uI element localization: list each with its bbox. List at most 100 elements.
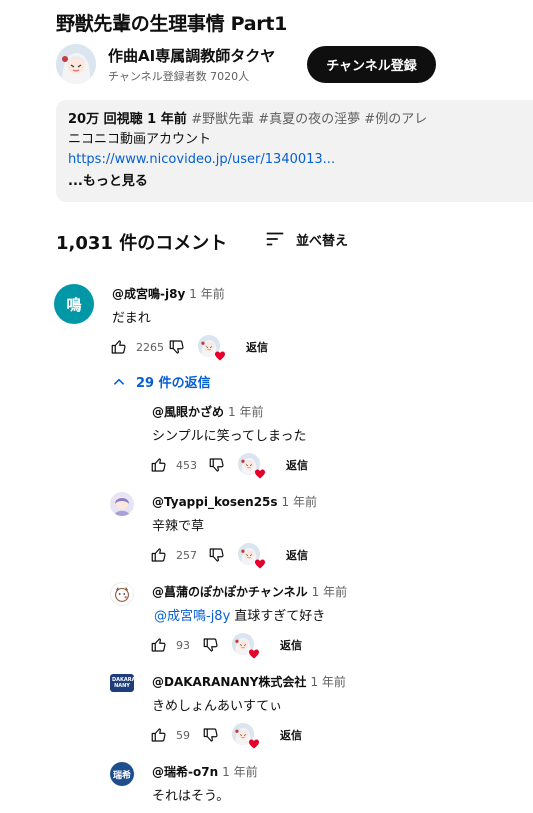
avatar-icon <box>114 497 130 516</box>
author-name[interactable]: @Tyappi_kosen25s <box>152 495 278 509</box>
dislike-button[interactable] <box>202 726 220 744</box>
like-count: 453 <box>176 458 197 472</box>
like-count: 93 <box>176 638 190 652</box>
reply-button[interactable]: 返信 <box>280 637 302 653</box>
show-more-button[interactable]: ...もっと見る <box>68 172 533 192</box>
avatar-text: 鳴 <box>66 295 82 314</box>
like-button[interactable]: 93 <box>150 636 200 654</box>
comment-time[interactable]: 1 年前 <box>310 675 345 689</box>
sort-button[interactable]: 並べ替え <box>264 228 348 250</box>
reply-button[interactable]: 返信 <box>286 547 308 563</box>
dislike-button[interactable] <box>208 456 226 474</box>
subscriber-count: チャンネル登録者数 7020人 <box>108 70 250 83</box>
comment-actions: 59 返信 <box>150 723 302 747</box>
channel-avatar[interactable] <box>56 44 96 84</box>
avatar-logo-text: DAKARA NANY <box>112 677 134 689</box>
reply-button[interactable]: 返信 <box>246 339 268 355</box>
author-name[interactable]: @成宮鳴-j8y <box>112 287 185 301</box>
chevron-up-icon <box>113 378 125 385</box>
sort-label: 並べ替え <box>296 233 349 249</box>
mention-link[interactable]: @成宮鳴-j8y <box>154 609 230 624</box>
avatar[interactable] <box>110 582 134 606</box>
reply-comment: @Tyappi_kosen25s 1 年前 辛辣で草 257 返信 <box>0 488 533 568</box>
comment-time[interactable]: 1 年前 <box>228 405 263 419</box>
reply-button[interactable]: 返信 <box>280 727 302 743</box>
thumbs-down-icon <box>168 338 186 356</box>
video-title: 野獣先輩の生理事情 Part1 <box>56 13 288 35</box>
reply-comment: 瑞希 @瑞希-o7n 1 年前 それはそう。 <box>0 758 533 813</box>
like-count: 59 <box>176 728 190 742</box>
comment-time[interactable]: 1 年前 <box>312 585 347 599</box>
subscribe-button[interactable]: チャンネル登録 <box>307 46 436 83</box>
thumbs-down-icon <box>202 636 220 654</box>
thumbs-down-icon <box>202 726 220 744</box>
heart-icon <box>214 350 226 362</box>
dislike-button[interactable] <box>208 546 226 564</box>
author-name[interactable]: @DAKARANANY株式会社 <box>152 675 306 689</box>
like-count: 257 <box>176 548 197 562</box>
avatar[interactable]: 鳴 <box>54 284 94 324</box>
comment-author[interactable]: @Tyappi_kosen25s 1 年前 <box>152 493 317 510</box>
dislike-button[interactable] <box>168 338 186 356</box>
comment-text: だまれ <box>112 311 151 326</box>
avatar[interactable]: 瑞希 <box>110 762 134 786</box>
creator-heart <box>232 723 256 747</box>
reply-comment: @菖蒲のぽかぽかチャンネル 1 年前 @成宮鳴-j8y 直球すぎて好き 93 返信 <box>0 578 533 658</box>
hashtags[interactable]: #野獣先輩 #真夏の夜の淫夢 #例のアレ <box>191 112 427 127</box>
comment: 鳴 @成宮鳴-j8y 1 年前 だまれ 2265 返信 <box>0 280 533 360</box>
comment-author[interactable]: @菖蒲のぽかぽかチャンネル 1 年前 <box>152 583 347 600</box>
reply-comment: @風眼かざめ 1 年前 シンプルに笑ってしまった 453 返信 <box>0 398 533 478</box>
channel-name[interactable]: 作曲AI専属調教師タクヤ <box>108 45 275 66</box>
description-line: ニコニコ動画アカウント <box>68 132 212 147</box>
creator-heart <box>232 633 256 657</box>
description-meta: 20万 回視聴 1 年前 #野獣先輩 #真夏の夜の淫夢 #例のアレ <box>68 110 533 130</box>
comment-author[interactable]: @成宮鳴-j8y 1 年前 <box>112 285 225 302</box>
reply-comment: DAKARA NANY @DAKARANANY株式会社 1 年前 きめしょんあいす… <box>0 668 533 748</box>
heart-icon <box>248 738 260 750</box>
reply-button[interactable]: 返信 <box>286 457 308 473</box>
author-name[interactable]: @瑞希-o7n <box>152 765 218 779</box>
thumbs-up-icon <box>150 456 168 474</box>
comment-text: きめしょんあいすてぃ <box>152 699 283 714</box>
heart-icon <box>248 648 260 660</box>
comment-author[interactable]: @風眼かざめ 1 年前 <box>152 403 263 420</box>
avatar[interactable]: DAKARA NANY <box>110 674 134 692</box>
like-button[interactable]: 59 <box>150 726 200 744</box>
comment-text: シンプルに笑ってしまった <box>152 429 307 444</box>
comment-text: 辛辣で草 <box>152 519 205 534</box>
thumbs-down-icon <box>208 546 226 564</box>
replies-toggle[interactable]: 29 件の返信 <box>112 372 211 391</box>
like-button[interactable]: 2265 <box>110 338 166 356</box>
description-link[interactable]: https://www.nicovideo.jp/user/1340013... <box>68 150 533 170</box>
thumbs-up-icon <box>110 338 128 356</box>
description-box[interactable]: 20万 回視聴 1 年前 #野獣先輩 #真夏の夜の淫夢 #例のアレ ニコニコ動画… <box>56 100 533 202</box>
thumbs-down-icon <box>208 456 226 474</box>
creator-heart <box>238 453 262 477</box>
thumbs-up-icon <box>150 726 168 744</box>
comment-actions: 257 返信 <box>150 543 308 567</box>
comment-time[interactable]: 1 年前 <box>282 495 317 509</box>
like-count: 2265 <box>136 340 164 354</box>
replies-count: 29 件の返信 <box>136 376 211 391</box>
creator-heart <box>238 543 262 567</box>
comment-time[interactable]: 1 年前 <box>189 287 224 301</box>
comment-actions: 93 返信 <box>150 633 302 657</box>
author-name[interactable]: @風眼かざめ <box>152 405 224 419</box>
comment-time[interactable]: 1 年前 <box>222 765 257 779</box>
thumbs-up-icon <box>150 636 168 654</box>
comment-actions: 2265 返信 <box>110 335 268 359</box>
avatar[interactable] <box>110 492 134 516</box>
comment-text: @成宮鳴-j8y 直球すぎて好き <box>154 605 325 624</box>
heart-icon <box>254 468 266 480</box>
like-button[interactable]: 453 <box>150 456 206 474</box>
author-name[interactable]: @菖蒲のぽかぽかチャンネル <box>152 585 308 599</box>
dislike-button[interactable] <box>202 636 220 654</box>
comment-author[interactable]: @瑞希-o7n 1 年前 <box>152 763 258 780</box>
like-button[interactable]: 257 <box>150 546 206 564</box>
avatar-text: 瑞希 <box>112 770 131 781</box>
creator-heart <box>198 335 222 359</box>
comment-author[interactable]: @DAKARANANY株式会社 1 年前 <box>152 673 346 690</box>
comment-body: 直球すぎて好き <box>234 609 326 624</box>
comments-header: 1,031 件のコメント 並べ替え <box>56 228 376 254</box>
comment-text: それはそう。 <box>152 789 230 804</box>
